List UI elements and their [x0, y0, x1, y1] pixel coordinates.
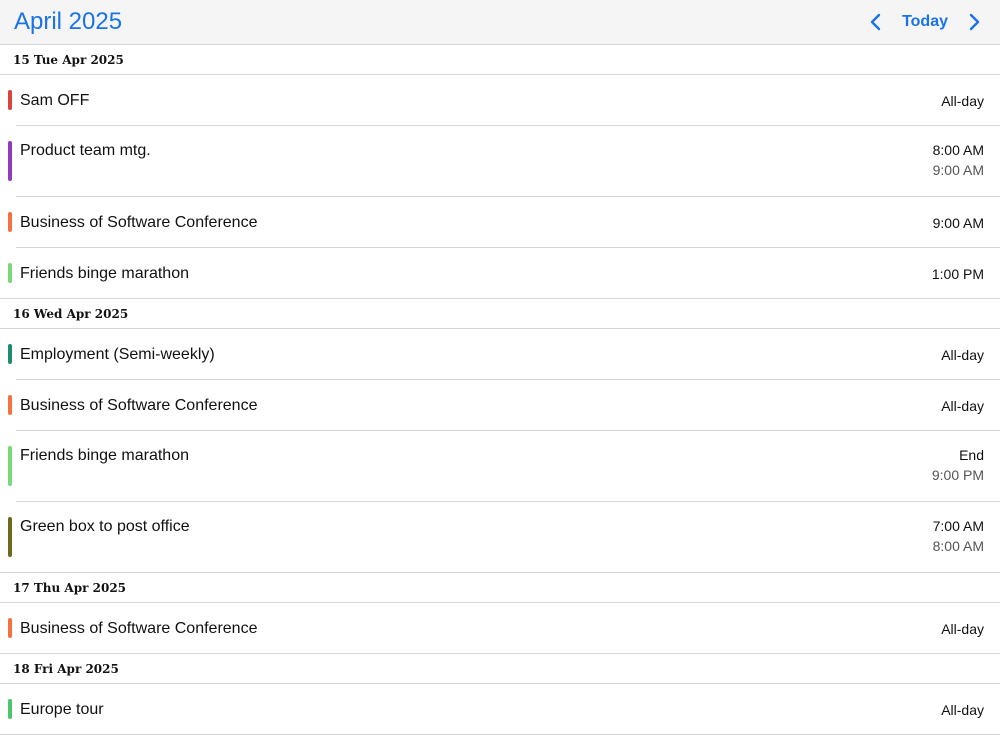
event-times: 1:00 PM: [932, 266, 984, 282]
event-title: Product team mtg.: [20, 142, 151, 159]
event-start-time: All-day: [941, 92, 984, 109]
event-title: Employment (Semi-weekly): [20, 345, 215, 363]
event-row[interactable]: Business of Software Conference 9:00 AM: [0, 197, 1000, 248]
day-header: 18 Fri Apr 2025: [0, 654, 1000, 684]
day-header: 16 Wed Apr 2025: [0, 299, 1000, 329]
event-end-time: 8:00 AM: [932, 538, 984, 554]
event-start-time: All-day: [941, 397, 984, 414]
agenda-list: 15 Tue Apr 2025 Sam OFF All-day Product tea…: [0, 45, 1000, 735]
header-nav: Today: [864, 7, 986, 37]
event-times: 7:00 AM 8:00 AM: [933, 518, 984, 554]
event-start-time: End: [959, 447, 984, 463]
calendar-header: April 2025 Today: [0, 0, 1000, 45]
event-times: All-day: [941, 398, 984, 414]
event-start-time: All-day: [941, 620, 984, 637]
event-title: Business of Software Conference: [20, 396, 258, 414]
event-title: Friends binge marathon: [20, 447, 189, 464]
day-header: 17 Thu Apr 2025: [0, 573, 1000, 603]
day-header: 15 Tue Apr 2025: [0, 45, 1000, 75]
next-button[interactable]: [962, 7, 986, 37]
event-end-time: 9:00 PM: [931, 467, 984, 483]
prev-button[interactable]: [864, 7, 888, 37]
month-title: April 2025: [14, 8, 123, 35]
event-color-bar: [8, 395, 12, 415]
event-title: Green box to post office: [20, 518, 190, 535]
event-start-time: 7:00 AM: [932, 518, 984, 534]
event-times: 8:00 AM 9:00 AM: [933, 142, 984, 178]
event-color-bar: [8, 618, 12, 638]
event-row[interactable]: Business of Software Conference All-day: [0, 380, 1000, 431]
event-title: Sam OFF: [20, 91, 90, 109]
event-color-bar: [8, 212, 12, 232]
event-row[interactable]: Friends binge marathon End 9:00 PM: [0, 431, 1000, 502]
event-color-bar: [8, 263, 12, 283]
event-times: All-day: [941, 347, 984, 363]
event-start-time: 9:00 AM: [932, 214, 984, 231]
event-color-bar: [8, 446, 12, 486]
event-times: End 9:00 PM: [932, 447, 984, 483]
event-end-time: 9:00 AM: [932, 162, 984, 178]
event-row[interactable]: Business of Software Conference All-day: [0, 603, 1000, 654]
event-times: All-day: [941, 93, 984, 109]
chevron-left-icon: [870, 13, 881, 31]
event-row[interactable]: Green box to post office 7:00 AM 8:00 AM: [0, 502, 1000, 573]
event-title: Friends binge marathon: [20, 264, 189, 282]
event-title: Business of Software Conference: [20, 619, 258, 637]
event-color-bar: [8, 90, 12, 110]
event-color-bar: [8, 141, 12, 181]
event-row[interactable]: Europe tour All-day: [0, 684, 1000, 735]
event-color-bar: [8, 517, 12, 557]
event-row[interactable]: Friends binge marathon 1:00 PM: [0, 248, 1000, 299]
event-times: All-day: [941, 621, 984, 637]
event-row[interactable]: Sam OFF All-day: [0, 75, 1000, 126]
event-title: Business of Software Conference: [20, 213, 258, 231]
event-row[interactable]: Employment (Semi-weekly) All-day: [0, 329, 1000, 380]
chevron-right-icon: [969, 13, 980, 31]
event-times: All-day: [941, 702, 984, 718]
event-start-time: 8:00 AM: [932, 142, 984, 158]
event-color-bar: [8, 699, 12, 719]
event-start-time: All-day: [941, 346, 984, 363]
event-start-time: All-day: [941, 701, 984, 718]
event-color-bar: [8, 344, 12, 364]
today-button[interactable]: Today: [898, 13, 952, 31]
event-row[interactable]: Product team mtg. 8:00 AM 9:00 AM: [0, 126, 1000, 197]
event-times: 9:00 AM: [933, 215, 984, 231]
event-start-time: 1:00 PM: [931, 265, 984, 282]
event-title: Europe tour: [20, 700, 104, 718]
